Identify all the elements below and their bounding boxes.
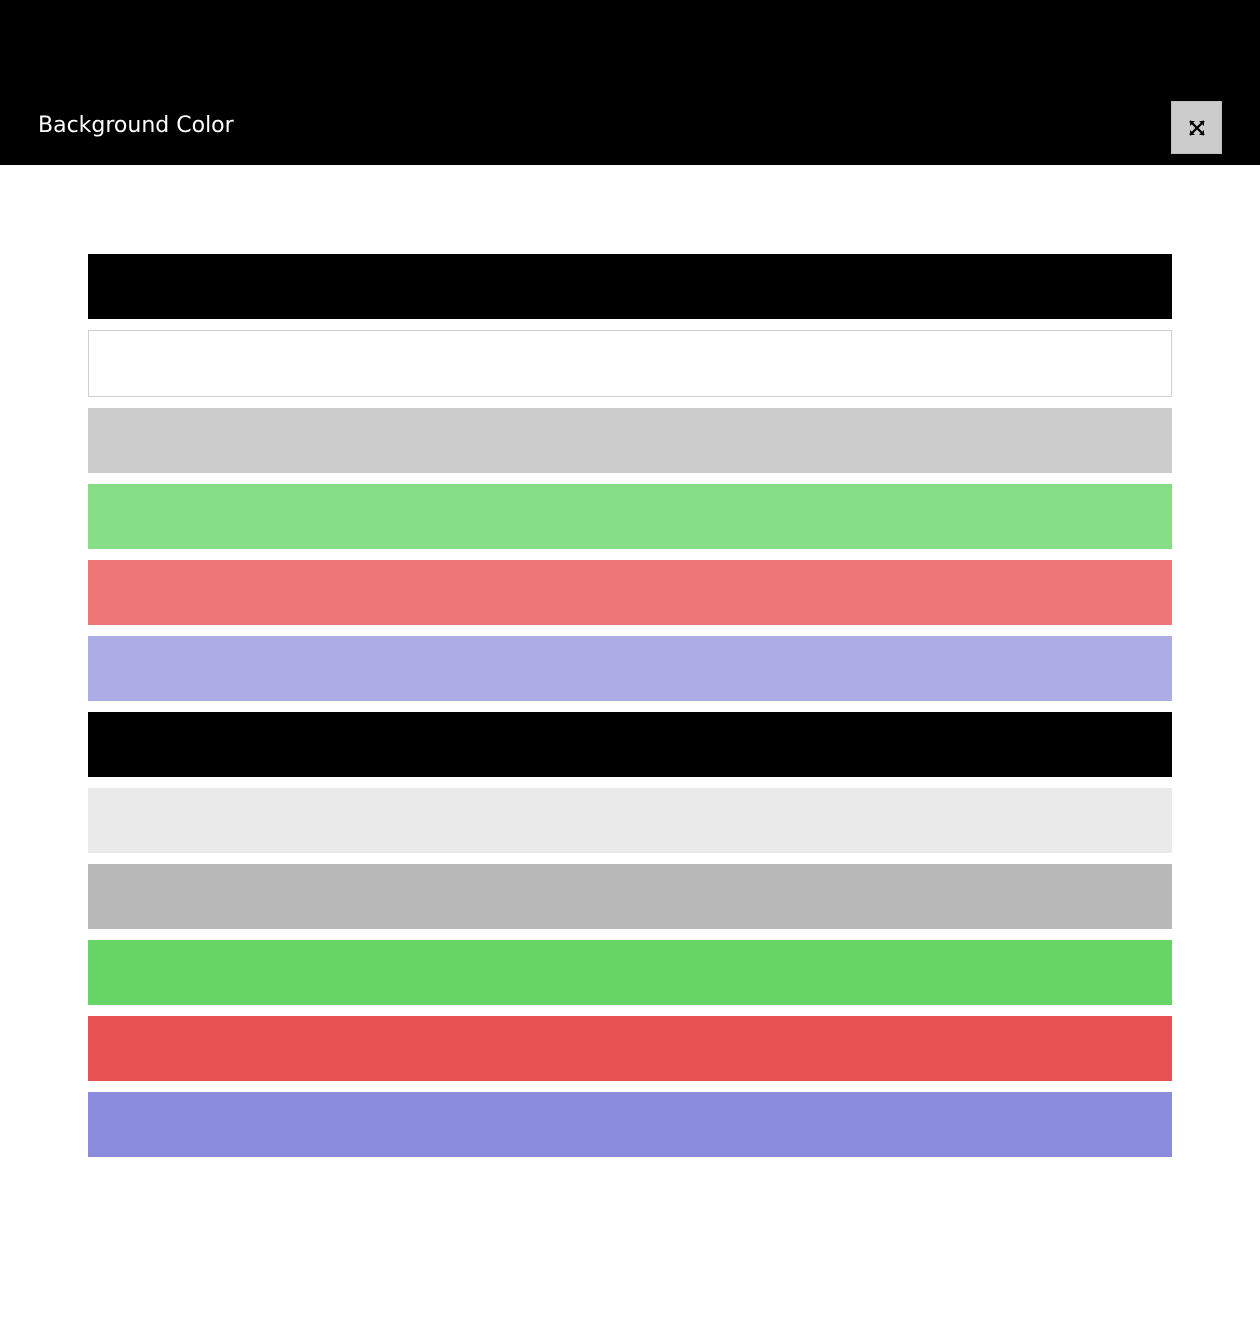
color-swatch[interactable] xyxy=(88,864,1172,929)
color-swatch[interactable] xyxy=(88,254,1172,319)
expand-icon xyxy=(1188,119,1205,136)
color-swatch[interactable] xyxy=(88,560,1172,625)
color-swatch[interactable] xyxy=(88,636,1172,701)
page-title: Background Color xyxy=(38,113,234,138)
color-swatch[interactable] xyxy=(88,940,1172,1005)
expand-button[interactable] xyxy=(1171,101,1222,154)
color-swatch[interactable] xyxy=(88,788,1172,853)
color-swatch-list xyxy=(88,254,1172,1168)
color-swatch[interactable] xyxy=(88,712,1172,777)
color-swatch[interactable] xyxy=(88,1092,1172,1157)
color-swatch[interactable] xyxy=(88,484,1172,549)
color-swatch[interactable] xyxy=(88,330,1172,397)
color-swatch[interactable] xyxy=(88,1016,1172,1081)
color-swatch[interactable] xyxy=(88,408,1172,473)
header-bar: Background Color xyxy=(0,0,1260,165)
